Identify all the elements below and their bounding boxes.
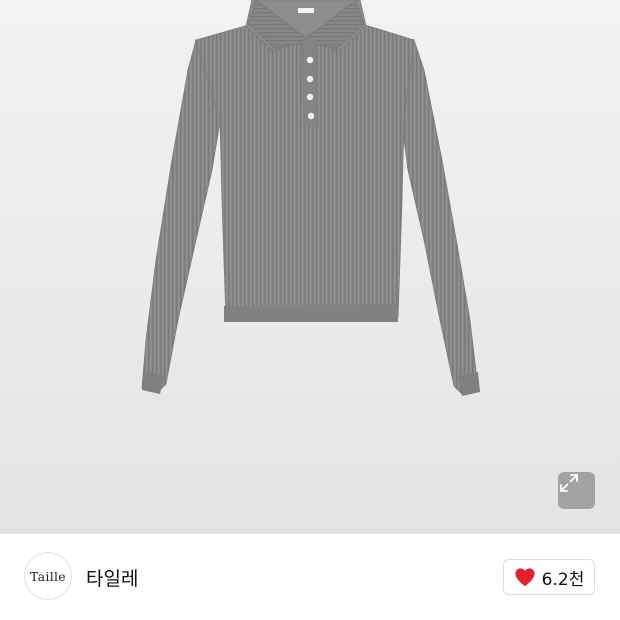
heart-icon: [515, 568, 535, 587]
like-count: 6.2천: [541, 569, 585, 590]
shop-bar: Taille 타일레 6.2천: [0, 534, 620, 620]
expand-image-button[interactable]: [558, 472, 595, 509]
like-button[interactable]: 6.2천: [503, 559, 595, 595]
expand-arrows-icon: [560, 474, 578, 492]
shop-name[interactable]: 타일레: [86, 564, 138, 591]
shop-logo-text: Taille: [29, 568, 66, 584]
shop-logo-avatar[interactable]: Taille: [24, 552, 72, 600]
sweater-illustration: [141, 0, 480, 396]
product-image[interactable]: [0, 0, 620, 534]
product-page: Taille 타일레 6.2천: [0, 0, 620, 620]
